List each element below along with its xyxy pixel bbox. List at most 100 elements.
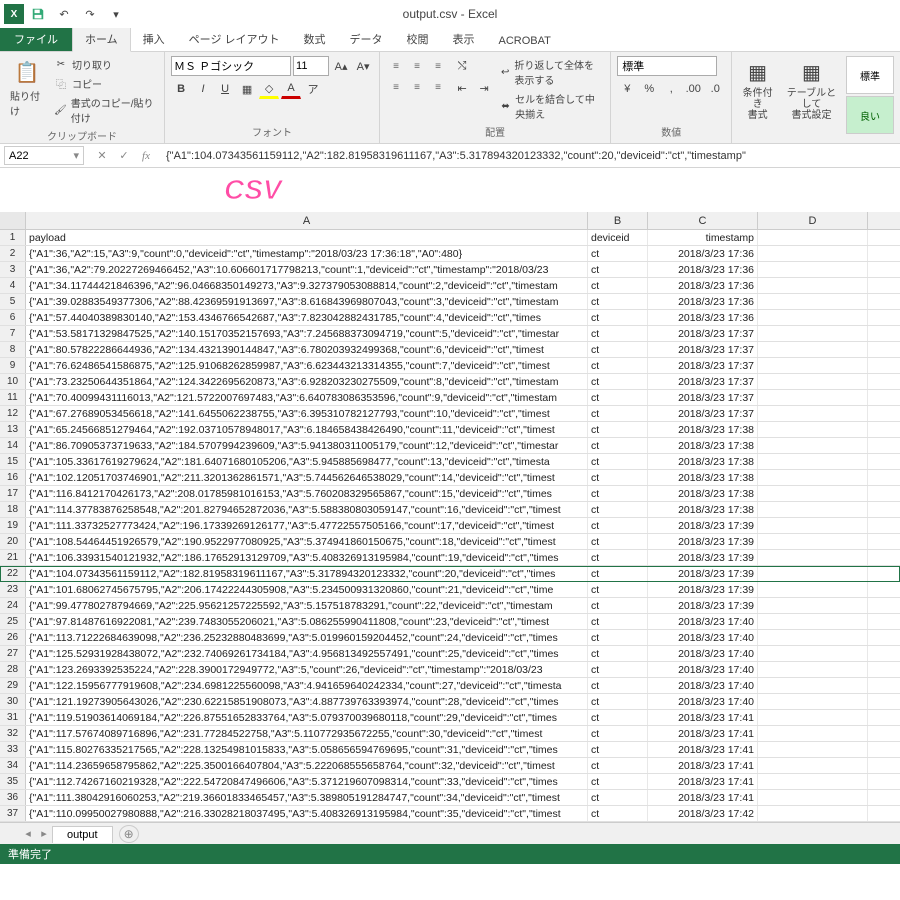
cell[interactable]: {"A1":65.24566851279464,"A2":192.0371057… <box>26 422 588 437</box>
cell[interactable] <box>758 710 868 725</box>
row-header[interactable]: 27 <box>0 646 26 661</box>
cell[interactable]: 2018/3/23 17:40 <box>648 678 758 693</box>
row-header[interactable]: 34 <box>0 758 26 773</box>
cell[interactable] <box>758 486 868 501</box>
cell[interactable]: {"A1":57.44040389830140,"A2":153.4346766… <box>26 310 588 325</box>
cell[interactable]: ct <box>588 806 648 821</box>
tab-view[interactable]: 表示 <box>441 27 487 51</box>
cell[interactable]: payload <box>26 230 588 245</box>
row-header[interactable]: 17 <box>0 486 26 501</box>
cell[interactable]: ct <box>588 454 648 469</box>
row-header[interactable]: 21 <box>0 550 26 565</box>
cell[interactable]: {"A1":108.54464451926579,"A2":190.952297… <box>26 534 588 549</box>
table-row[interactable]: 12{"A1":67.27689053456618,"A2":141.64550… <box>0 406 900 422</box>
table-row[interactable]: 13{"A1":65.24566851279464,"A2":192.03710… <box>0 422 900 438</box>
table-row[interactable]: 19{"A1":111.33732527773424,"A2":196.1733… <box>0 518 900 534</box>
cell[interactable]: ct <box>588 742 648 757</box>
currency-button[interactable]: ¥ <box>617 79 637 99</box>
cell[interactable] <box>758 694 868 709</box>
undo-button[interactable]: ↶ <box>52 2 76 26</box>
save-button[interactable] <box>26 2 50 26</box>
table-row[interactable]: 4{"A1":34.11744421846396,"A2":96.0466835… <box>0 278 900 294</box>
cell[interactable]: ct <box>588 406 648 421</box>
cell[interactable]: {"A1":125.52931928438072,"A2":232.740692… <box>26 646 588 661</box>
cell[interactable]: {"A1":105.33617619279624,"A2":181.640716… <box>26 454 588 469</box>
table-row[interactable]: 10{"A1":73.23250644351864,"A2":124.34226… <box>0 374 900 390</box>
cell[interactable] <box>758 790 868 805</box>
tab-page-layout[interactable]: ページ レイアウト <box>177 27 292 51</box>
align-right-button[interactable]: ≡ <box>428 77 448 97</box>
table-row[interactable]: 26{"A1":113.71222684639098,"A2":236.2523… <box>0 630 900 646</box>
bold-button[interactable]: B <box>171 79 191 99</box>
number-format-select[interactable] <box>617 56 717 76</box>
table-row[interactable]: 6{"A1":57.44040389830140,"A2":153.434676… <box>0 310 900 326</box>
table-row[interactable]: 29{"A1":122.15956777919608,"A2":234.6981… <box>0 678 900 694</box>
cell[interactable]: {"A1":112.74267160219328,"A2":222.547208… <box>26 774 588 789</box>
row-header[interactable]: 28 <box>0 662 26 677</box>
row-header[interactable]: 22 <box>0 566 26 581</box>
cell[interactable]: ct <box>588 726 648 741</box>
cell[interactable]: {"A1":113.71222684639098,"A2":236.252328… <box>26 630 588 645</box>
cell[interactable]: ct <box>588 278 648 293</box>
spreadsheet-grid[interactable]: A B C D 1payloaddeviceidtimestamp2{"A1":… <box>0 212 900 822</box>
cell[interactable]: 2018/3/23 17:36 <box>648 294 758 309</box>
conditional-format-button[interactable]: ▦ 条件付き 書式 <box>738 56 777 123</box>
cell[interactable]: 2018/3/23 17:40 <box>648 646 758 661</box>
cell[interactable]: 2018/3/23 17:36 <box>648 262 758 277</box>
cell[interactable]: 2018/3/23 17:37 <box>648 374 758 389</box>
decrease-font-button[interactable]: A▾ <box>353 56 373 76</box>
increase-indent-button[interactable]: ⇥ <box>474 78 494 98</box>
table-row[interactable]: 8{"A1":80.57822286644936,"A2":134.432139… <box>0 342 900 358</box>
orientation-button[interactable]: ⤭ <box>452 56 472 76</box>
cell[interactable] <box>758 806 868 821</box>
select-all-corner[interactable] <box>0 212 26 229</box>
col-header-C[interactable]: C <box>648 212 758 229</box>
table-row[interactable]: 32{"A1":117.57674089716896,"A2":231.7728… <box>0 726 900 742</box>
cell[interactable]: ct <box>588 630 648 645</box>
cell[interactable]: 2018/3/23 17:37 <box>648 358 758 373</box>
cell[interactable]: {"A1":36,"A2":79.20227269466452,"A3":10.… <box>26 262 588 277</box>
cell[interactable]: ct <box>588 390 648 405</box>
decrease-indent-button[interactable]: ⇤ <box>452 78 472 98</box>
table-row[interactable]: 31{"A1":119.51903614069184,"A2":226.8755… <box>0 710 900 726</box>
table-row[interactable]: 34{"A1":114.23659658795862,"A2":225.3500… <box>0 758 900 774</box>
cell[interactable]: 2018/3/23 17:41 <box>648 774 758 789</box>
row-header[interactable]: 8 <box>0 342 26 357</box>
cell[interactable]: {"A1":67.27689053456618,"A2":141.6455062… <box>26 406 588 421</box>
cell[interactable]: ct <box>588 582 648 597</box>
cell[interactable]: 2018/3/23 17:42 <box>648 806 758 821</box>
cell[interactable]: ct <box>588 310 648 325</box>
cell[interactable]: ct <box>588 470 648 485</box>
cell[interactable]: ct <box>588 710 648 725</box>
cell[interactable]: {"A1":39.02883549377306,"A2":88.42369591… <box>26 294 588 309</box>
cell[interactable]: {"A1":122.15956777919608,"A2":234.698122… <box>26 678 588 693</box>
row-header[interactable]: 19 <box>0 518 26 533</box>
sheet-nav-prev[interactable]: ◂ <box>20 827 36 840</box>
cell[interactable]: ct <box>588 262 648 277</box>
cell[interactable]: ct <box>588 502 648 517</box>
cell[interactable]: ct <box>588 358 648 373</box>
cell[interactable] <box>758 422 868 437</box>
row-header[interactable]: 33 <box>0 742 26 757</box>
cell[interactable]: 2018/3/23 17:38 <box>648 486 758 501</box>
cell[interactable]: {"A1":53.58171329847525,"A2":140.1517035… <box>26 326 588 341</box>
cell[interactable]: {"A1":70.40099431116013,"A2":121.5722007… <box>26 390 588 405</box>
cell[interactable]: {"A1":80.57822286644936,"A2":134.4321390… <box>26 342 588 357</box>
cell[interactable]: 2018/3/23 17:36 <box>648 310 758 325</box>
row-header[interactable]: 5 <box>0 294 26 309</box>
cut-button[interactable]: ✂切り取り <box>52 56 158 73</box>
table-row[interactable]: 3{"A1":36,"A2":79.20227269466452,"A3":10… <box>0 262 900 278</box>
table-row[interactable]: 17{"A1":116.8412170426173,"A2":208.01785… <box>0 486 900 502</box>
paste-button[interactable]: 📋 貼り付け <box>6 56 48 120</box>
cell[interactable] <box>758 342 868 357</box>
cell[interactable]: {"A1":111.38042916060253,"A2":219.366018… <box>26 790 588 805</box>
cell[interactable]: ct <box>588 518 648 533</box>
table-row[interactable]: 24{"A1":99.47780278794669,"A2":225.95621… <box>0 598 900 614</box>
align-left-button[interactable]: ≡ <box>386 77 406 97</box>
cell-style-good[interactable]: 良い <box>846 96 894 134</box>
tab-home[interactable]: ホーム <box>72 26 131 52</box>
tab-review[interactable]: 校閲 <box>395 27 441 51</box>
cell[interactable]: deviceid <box>588 230 648 245</box>
cell[interactable] <box>758 742 868 757</box>
cell[interactable]: {"A1":110.09950027980888,"A2":216.330282… <box>26 806 588 821</box>
